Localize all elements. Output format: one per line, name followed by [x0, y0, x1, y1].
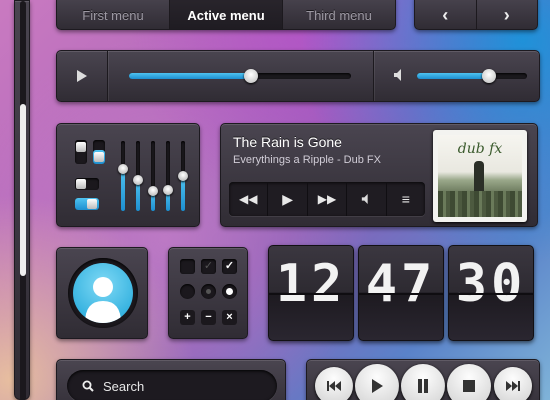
eq-band-fill [181, 176, 185, 211]
controls-panel: ✓ ✓ + − × [168, 247, 248, 339]
equalizer-panel [56, 123, 200, 227]
tab-menu: First menu Active menu Third menu [56, 0, 396, 30]
clock-minutes: 47 [358, 245, 444, 341]
pause-icon [418, 379, 428, 393]
menu-item-first[interactable]: First menu [57, 0, 170, 29]
now-playing-panel: The Rain is Gone Everythings a Ripple - … [220, 123, 538, 227]
track-artist: Everythings a Ripple - Dub FX [233, 154, 381, 166]
switch-knob [87, 199, 97, 209]
radio-half[interactable] [201, 284, 216, 299]
eq-vertical-switch-2[interactable] [93, 140, 105, 164]
clock-seconds: 30 [448, 245, 534, 341]
plus-button[interactable]: + [180, 310, 195, 325]
transport-panel [306, 359, 540, 400]
menu-icon: ≡ [401, 191, 410, 207]
volume-button[interactable] [347, 182, 387, 216]
avatar[interactable] [68, 258, 138, 328]
rewind-button[interactable]: ◀◀ [229, 182, 269, 216]
scrollbar[interactable] [14, 0, 30, 400]
volume-slider[interactable] [417, 69, 527, 83]
pause-button[interactable] [401, 364, 445, 400]
volume-icon [393, 68, 405, 87]
eq-band-5-slider[interactable] [178, 141, 188, 211]
close-button[interactable]: × [222, 310, 237, 325]
player-bar [56, 50, 540, 102]
radio-selected[interactable] [222, 284, 237, 299]
previous-button[interactable] [315, 367, 353, 400]
forward-icon: ▶▶ [317, 192, 337, 206]
checkbox-partial[interactable]: ✓ [201, 259, 216, 274]
menu-button[interactable]: ≡ [387, 182, 425, 216]
eq-band-2-slider[interactable] [133, 141, 143, 211]
skip-back-icon [327, 381, 341, 391]
search-panel: Search [56, 359, 286, 400]
play-button[interactable] [355, 364, 399, 400]
eq-band-knob[interactable] [148, 186, 158, 197]
volume-fill [417, 73, 489, 79]
chevron-right-icon[interactable]: › [475, 0, 538, 29]
eq-band-knob[interactable] [178, 171, 188, 181]
user-silhouette-icon [85, 277, 121, 323]
play-icon: ▶ [282, 190, 293, 207]
eq-band-1-slider[interactable] [118, 141, 128, 211]
skip-forward-icon [506, 381, 520, 391]
volume-icon [362, 194, 369, 204]
eq-band-3-slider[interactable] [148, 141, 158, 211]
eq-band-knob[interactable] [118, 164, 128, 174]
stop-icon [463, 380, 475, 392]
stop-button[interactable] [447, 364, 491, 400]
play-button[interactable]: ▶ [268, 182, 308, 216]
switch-knob [76, 142, 86, 152]
checkbox-unchecked[interactable] [180, 259, 195, 274]
eq-vertical-switch-1[interactable] [75, 140, 87, 164]
seek-knob[interactable] [244, 69, 259, 83]
scrollbar-thumb[interactable] [20, 104, 26, 276]
playback-controls: ◀◀ ▶ ▶▶ ≡ [229, 182, 425, 216]
eq-toggle-on[interactable] [75, 198, 99, 210]
cover-art: dub fx [438, 135, 522, 217]
switch-knob [94, 152, 104, 162]
radio-empty[interactable] [180, 284, 195, 299]
play-icon [372, 379, 383, 393]
checkbox-checked[interactable]: ✓ [222, 259, 237, 274]
switch-knob [76, 179, 86, 189]
eq-toggle-off[interactable] [75, 178, 99, 190]
clock-minutes-value: 47 [365, 254, 437, 314]
play-button[interactable] [57, 51, 107, 101]
seek-slider[interactable] [129, 69, 351, 83]
eq-band-4-slider[interactable] [163, 141, 173, 211]
chevron-left-icon[interactable]: ‹ [415, 0, 476, 29]
minus-button[interactable]: − [201, 310, 216, 325]
volume-knob[interactable] [481, 69, 496, 83]
eq-band-knob[interactable] [133, 174, 143, 185]
forward-button[interactable]: ▶▶ [308, 182, 348, 216]
album-cover: dub fx [433, 130, 527, 222]
clock-hours: 12 [268, 245, 354, 341]
nav-arrows: ‹ › [414, 0, 538, 30]
play-icon [77, 70, 87, 82]
seek-progress-fill [129, 73, 252, 79]
search-placeholder: Search [103, 379, 145, 394]
eq-band-knob[interactable] [163, 185, 173, 195]
clock-seconds-value: 30 [455, 254, 527, 314]
eq-band-fill [121, 169, 125, 211]
track-title: The Rain is Gone [233, 134, 342, 150]
avatar-panel [56, 247, 148, 339]
search-icon [82, 380, 94, 392]
next-button[interactable] [494, 367, 532, 400]
clock-hours-value: 12 [275, 254, 347, 314]
search-input[interactable]: Search [67, 370, 277, 400]
menu-item-active[interactable]: Active menu [170, 0, 283, 29]
cover-title: dub fx [457, 141, 503, 157]
menu-item-third[interactable]: Third menu [283, 0, 395, 29]
rewind-icon: ◀◀ [238, 192, 258, 206]
